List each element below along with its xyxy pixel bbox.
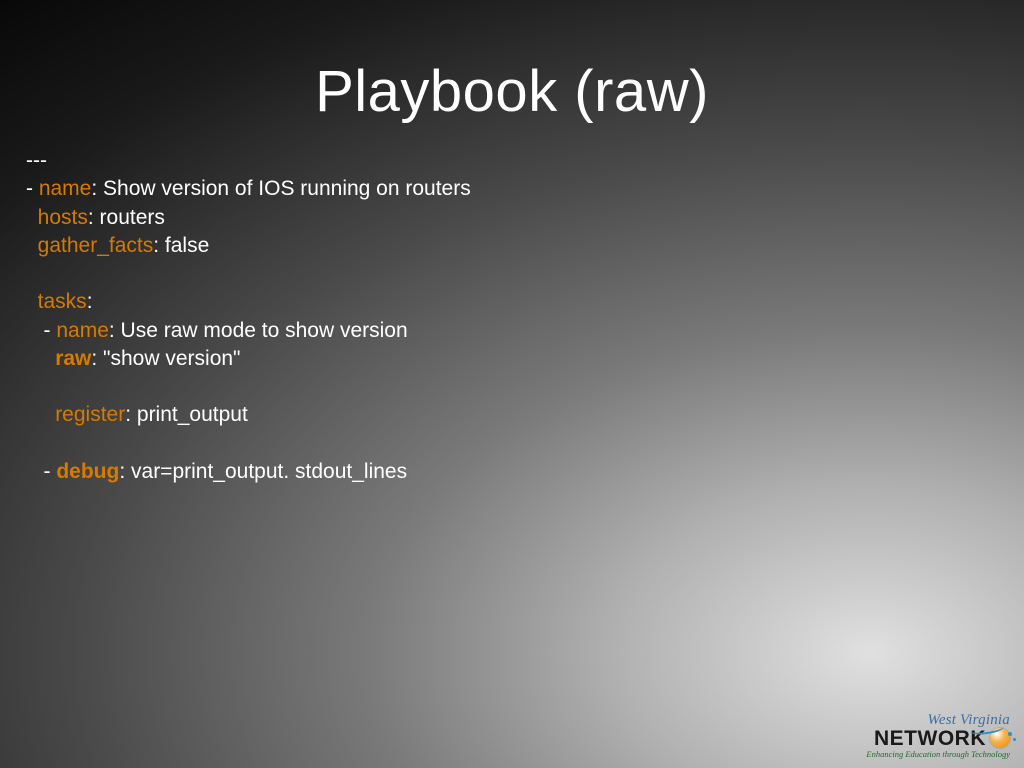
slide-title: Playbook (raw) (0, 0, 1024, 125)
yaml-tasks: tasks: (26, 288, 1024, 316)
val-task1-name: : Use raw mode to show version (109, 319, 408, 342)
dash: - (26, 177, 39, 200)
val-task1-register: : print_output (125, 403, 248, 426)
key-hosts: hosts (38, 206, 88, 229)
key-task1-raw: raw (55, 347, 91, 370)
wvnet-logo: West Virginia NETWORK Enhancing Educatio… (866, 713, 1010, 759)
logo-orb-icon (990, 728, 1010, 748)
val-task1-raw: : "show version" (91, 347, 240, 370)
tasks-colon: : (87, 290, 93, 313)
yaml-task1-register: register: print_output (26, 401, 1024, 429)
logo-dot-icon (1008, 732, 1012, 736)
yaml-task2-debug: - debug: var=print_output. stdout_lines (26, 458, 1024, 486)
key-tasks: tasks (38, 290, 87, 313)
yaml-play-name: - name: Show version of IOS running on r… (26, 175, 1024, 203)
key-task1-register: register (55, 403, 125, 426)
val-gather-facts: : false (153, 234, 209, 257)
val-task2-debug: : var=print_output. stdout_lines (119, 460, 407, 483)
yaml-content: --- - name: Show version of IOS running … (26, 147, 1024, 486)
yaml-task1-name: - name: Use raw mode to show version (26, 317, 1024, 345)
logo-tagline: Enhancing Education through Technology (866, 750, 1010, 759)
yaml-hosts: hosts: routers (26, 204, 1024, 232)
val-hosts: : routers (88, 206, 165, 229)
key-name: name (39, 177, 92, 200)
key-task1-name: name (56, 319, 109, 342)
dash: - (26, 319, 56, 342)
yaml-gather-facts: gather_facts: false (26, 232, 1024, 260)
yaml-doc-start: --- (26, 147, 1024, 175)
yaml-task1-raw: raw: "show version" (26, 345, 1024, 373)
key-gather-facts: gather_facts (38, 234, 154, 257)
dash: - (26, 460, 56, 483)
key-task2-debug: debug (56, 460, 119, 483)
val-name: : Show version of IOS running on routers (91, 177, 470, 200)
logo-dot-icon (1013, 738, 1016, 741)
